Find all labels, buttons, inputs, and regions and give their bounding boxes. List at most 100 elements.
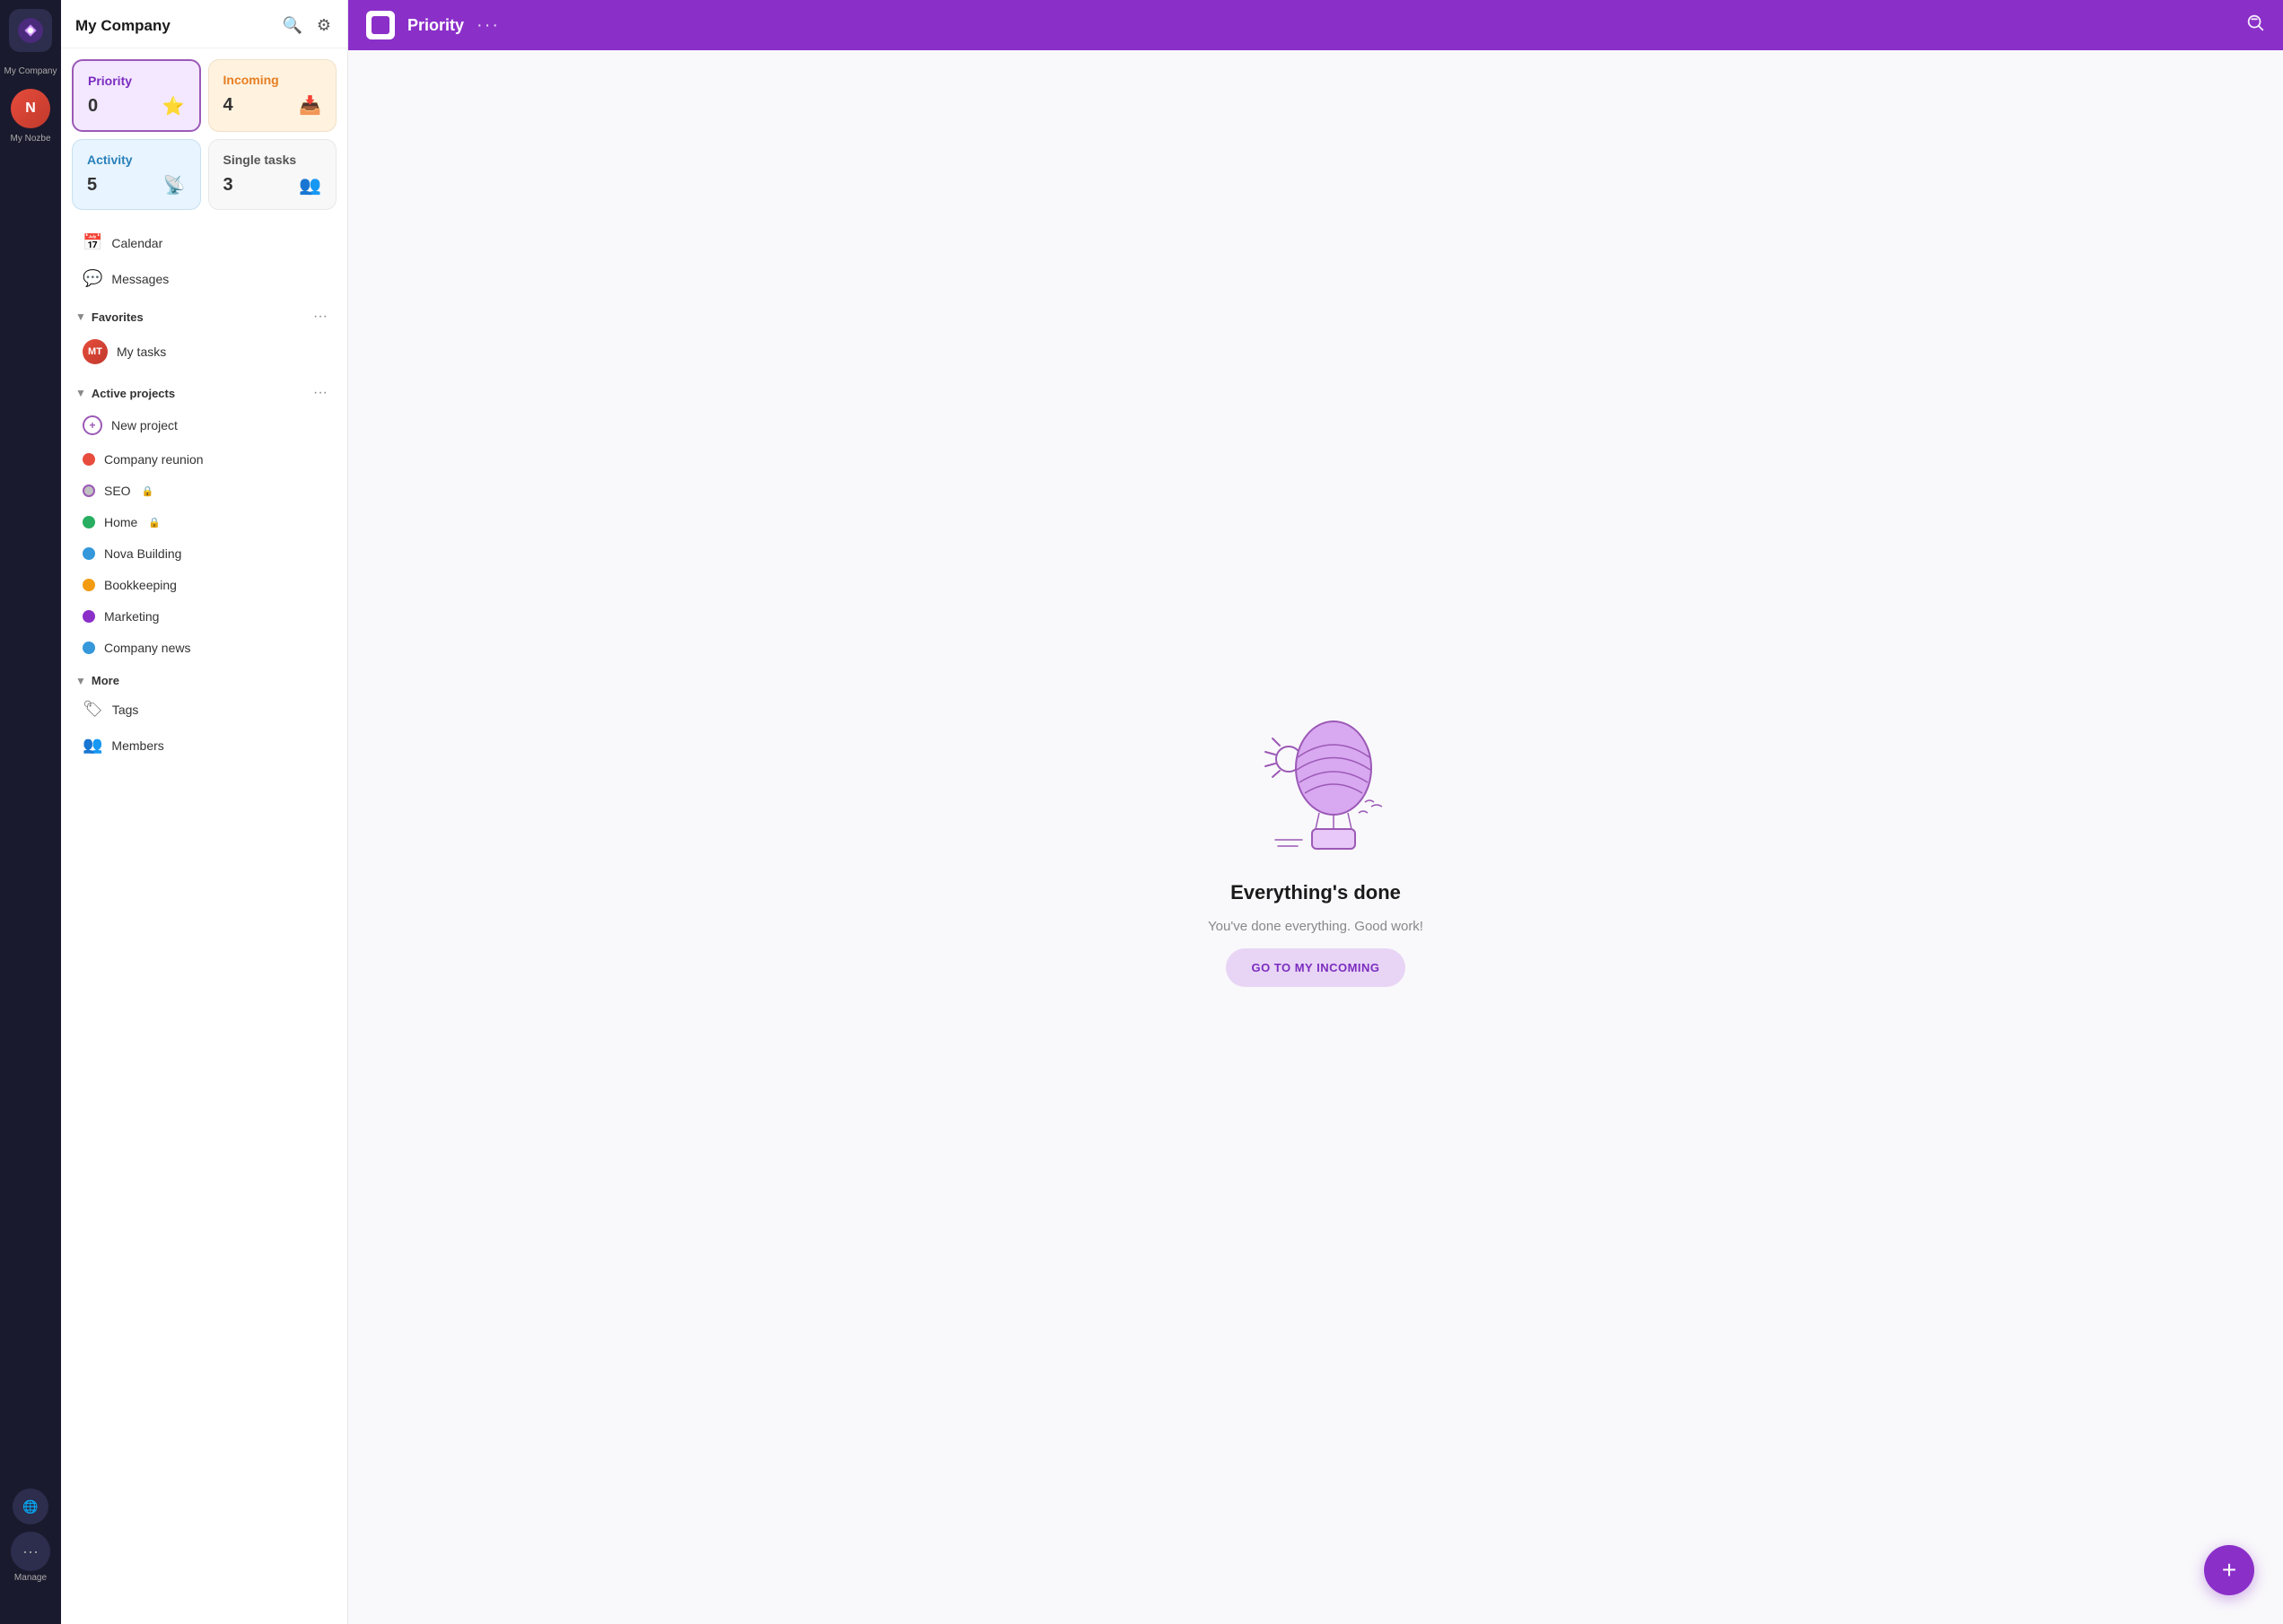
nav-company-news-label: Company news [104,641,191,655]
active-projects-title: Active projects [92,387,175,400]
nav-nova-building-label: Nova Building [104,546,181,561]
nav-item-marketing[interactable]: Marketing [68,601,340,632]
nav-home-label: Home [104,515,137,529]
tiles-container: Priority 0 ⭐ Incoming 4 📥 Activity 5 📡 S… [61,48,347,221]
seo-dot [83,485,95,497]
single-tasks-icon: 👥 [299,174,321,196]
favorites-collapse[interactable]: ▼ Favorites [75,310,144,324]
priority-star-icon: ⭐ [162,95,185,118]
incoming-icon: 📥 [299,94,321,117]
tile-incoming-label: Incoming [223,73,322,87]
favorites-title: Favorites [92,310,144,324]
icon-bar-bottom: 🌐 ··· Manage [11,1489,50,1615]
top-bar: Priority ··· [348,0,2283,50]
manage-button[interactable]: ··· Manage [11,1532,50,1601]
top-bar-right [2245,13,2265,38]
tile-activity[interactable]: Activity 5 📡 [72,139,201,210]
tile-single-tasks-label: Single tasks [223,153,322,167]
app-logo[interactable] [9,9,52,52]
nav-tags-label: Tags [112,703,139,717]
more-section-header: ▼ More [61,667,347,691]
favorites-arrow-icon: ▼ [75,310,86,323]
marketing-dot [83,610,95,623]
nav-item-calendar[interactable]: 📅 Calendar [68,225,340,260]
empty-illustration [1226,687,1405,867]
globe-icon[interactable]: 🌐 [13,1489,48,1524]
tile-single-tasks-row: 3 👥 [223,174,322,196]
top-bar-search-icon[interactable] [2245,13,2265,38]
my-tasks-avatar: MT [83,339,108,364]
fab-add-button[interactable]: + [2204,1545,2254,1595]
nav-new-project-label: New project [111,418,178,432]
calendar-icon: 📅 [83,233,102,252]
tile-activity-label: Activity [87,153,186,167]
company-news-dot [83,642,95,654]
tile-priority-label: Priority [88,74,185,88]
home-lock-icon: 🔒 [148,517,161,528]
empty-title: Everything's done [1230,881,1401,904]
main-content: Priority ··· [348,0,2283,1624]
nav-messages-label: Messages [111,272,169,286]
nav-item-company-news[interactable]: Company news [68,633,340,663]
more-collapse[interactable]: ▼ More [75,674,119,687]
tile-priority[interactable]: Priority 0 ⭐ [72,59,201,132]
tile-activity-count: 5 [87,175,97,196]
nav-bookkeeping-label: Bookkeeping [104,578,177,592]
nav-item-company-reunion[interactable]: Company reunion [68,444,340,475]
home-dot [83,516,95,528]
nav-item-new-project[interactable]: + New project [68,407,340,443]
nav-seo-label: SEO [104,484,131,498]
bookkeeping-dot [83,579,95,591]
settings-icon[interactable]: ⚙ [315,14,333,37]
nav-item-my-tasks[interactable]: MT My tasks [68,331,340,372]
sidebar-title: My Company [75,17,171,35]
nav-calendar-label: Calendar [111,236,162,250]
tile-incoming[interactable]: Incoming 4 📥 [208,59,337,132]
goto-incoming-button[interactable]: GO TO MY INCOMING [1226,948,1404,987]
nav-company-reunion-label: Company reunion [104,452,204,467]
nova-building-dot [83,547,95,560]
user-avatar[interactable]: N [11,89,50,128]
nav-item-members[interactable]: 👥 Members [68,728,340,763]
nav-item-home[interactable]: Home 🔒 [68,507,340,537]
seo-private-icon: 🔒 [142,485,154,497]
tile-activity-row: 5 📡 [87,174,186,196]
nav-members-label: Members [111,738,163,753]
empty-state: Everything's done You've done everything… [348,50,2283,1624]
tile-priority-count: 0 [88,96,98,117]
sidebar-header-icons: 🔍 ⚙ [280,14,333,37]
tile-incoming-row: 4 📥 [223,94,322,117]
tags-icon: 🏷 [83,700,103,719]
company-reunion-dot [83,453,95,466]
nav-item-messages[interactable]: 💬 Messages [68,261,340,296]
active-projects-arrow-icon: ▼ [75,387,86,399]
tile-single-tasks-count: 3 [223,175,233,196]
active-projects-collapse[interactable]: ▼ Active projects [75,387,175,400]
empty-subtitle: You've done everything. Good work! [1208,919,1423,934]
top-bar-title: Priority [407,16,464,35]
active-projects-more-icon[interactable]: ··· [308,383,333,403]
nav-item-bookkeeping[interactable]: Bookkeeping [68,570,340,600]
top-bar-more-icon[interactable]: ··· [477,15,500,36]
active-projects-section-header: ▼ Active projects ··· [61,376,347,406]
nav-item-tags[interactable]: 🏷 Tags [68,692,340,727]
tile-incoming-count: 4 [223,95,233,116]
tile-single-tasks[interactable]: Single tasks 3 👥 [208,139,337,210]
sidebar: My Company 🔍 ⚙ Priority 0 ⭐ Incoming 4 📥… [61,0,348,1624]
manage-label: Manage [14,1573,47,1583]
search-icon[interactable]: 🔍 [280,14,303,37]
top-bar-left: Priority ··· [366,11,500,39]
activity-icon: 📡 [163,174,186,196]
more-arrow-icon: ▼ [75,675,86,687]
new-project-icon: + [83,415,102,435]
sidebar-nav: 📅 Calendar 💬 Messages ▼ Favorites ··· MT… [61,221,347,1624]
favorites-more-icon[interactable]: ··· [308,307,333,327]
members-icon: 👥 [83,736,102,755]
nav-my-tasks-label: My tasks [117,345,166,359]
nav-marketing-label: Marketing [104,609,159,624]
sidebar-header: My Company 🔍 ⚙ [61,0,347,48]
messages-icon: 💬 [83,269,102,288]
nav-item-seo[interactable]: SEO 🔒 [68,476,340,506]
nav-item-nova-building[interactable]: Nova Building [68,538,340,569]
tile-priority-row: 0 ⭐ [88,95,185,118]
